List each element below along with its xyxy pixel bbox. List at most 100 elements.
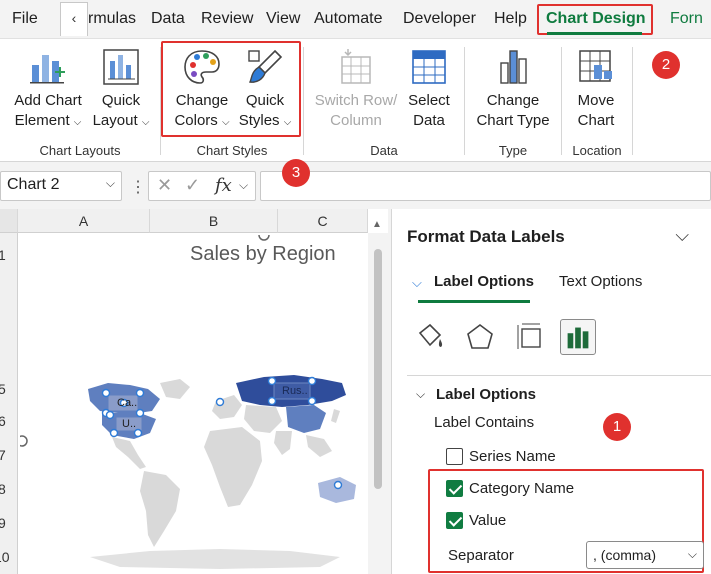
quick-layout-button[interactable]: Quick Layout ⌵ [88,47,154,133]
switch-row-column-label-2: Column [330,112,382,129]
more-options-icon[interactable]: ⋮ [130,177,146,197]
vertical-scrollbar[interactable]: ▲ [368,219,388,574]
group-label-chart-styles: Chart Styles [196,143,268,158]
column-header-c[interactable]: C [278,209,368,233]
quick-layout-label-1: Quick [101,92,141,109]
series-name-label[interactable]: Series Name [469,448,556,465]
category-name-checkbox[interactable] [446,480,463,497]
select-data-label-2: Data [413,112,445,129]
select-all-corner[interactable] [0,209,18,233]
separator-select[interactable]: , (comma) ⌵ [586,541,704,569]
tab-data[interactable]: Data [151,10,185,28]
select-data-label-1: Select [408,92,450,109]
column-header-a[interactable]: A [18,209,150,233]
map-chart[interactable]: Sales by Region Ca.. U.. Rus.. [20,235,366,574]
section-label-options[interactable]: Label Options [436,386,536,403]
cancel-icon[interactable]: ✕ [157,175,172,196]
quick-layout-icon [103,49,139,85]
tab-automate[interactable]: Automate [314,10,382,28]
chart-resize-handle[interactable] [258,235,270,241]
formula-controls: ✕ ✓ fx ⌵ [148,171,256,201]
active-pane-tab-underline [418,300,530,303]
name-box[interactable]: Chart 2 ⌵ [0,171,122,201]
add-chart-element-button[interactable]: Add Chart Element ⌵ [8,47,88,133]
tab-scroll-left-button[interactable]: ‹ [60,2,88,36]
row-header[interactable]: 8 [0,479,6,499]
pane-title: Format Data Labels [407,227,565,246]
ribbon-tab-row: File ‹ rmulas Data Review View Automate … [0,0,711,38]
insert-function-button[interactable]: fx [215,175,232,196]
enter-icon[interactable]: ✓ [185,175,200,196]
select-data-button[interactable]: Select Data [402,47,456,131]
move-chart-button[interactable]: Move Chart [566,47,626,131]
value-label[interactable]: Value [469,512,506,529]
row-header[interactable]: 10 [0,547,10,567]
switch-row-column-icon [341,49,371,84]
chevron-down-icon[interactable]: ⌵ [675,225,689,246]
group-label-chart-layouts: Chart Layouts [39,143,121,158]
switch-row-column-label-1: Switch Row/ [314,92,398,109]
move-chart-label-1: Move [577,92,615,109]
group-separator [561,47,562,155]
move-chart-label-2: Chart [577,112,615,129]
column-header-b[interactable]: B [150,209,278,233]
chart-styles-highlight [161,41,301,137]
tab-review[interactable]: Review [201,10,253,28]
separator-value: , (comma) [593,547,656,563]
group-label-location: Location [572,143,622,158]
category-name-label[interactable]: Category Name [469,480,574,497]
scroll-up-icon[interactable]: ▲ [372,219,382,230]
chevron-down-icon: ⌵ [687,547,697,561]
tab-help[interactable]: Help [494,10,527,28]
group-label-data: Data [370,143,398,158]
data-label-canada[interactable]: Ca.. [117,397,137,409]
row-header[interactable]: 7 [0,445,6,465]
tab-developer[interactable]: Developer [403,10,476,28]
row-header[interactable]: 9 [0,513,6,533]
chevron-down-icon: ⌵ [239,178,249,192]
name-box-value: Chart 2 [7,176,60,193]
data-label-russia[interactable]: Rus.. [282,385,308,397]
step-badge-3: 3 [282,159,310,187]
excel-window: File ‹ rmulas Data Review View Automate … [0,0,711,574]
size-properties-icon[interactable] [512,319,548,355]
formula-input[interactable] [260,171,711,201]
value-checkbox[interactable] [446,512,463,529]
series-name-checkbox[interactable] [446,448,463,465]
tab-view[interactable]: View [266,10,300,28]
separator-label: Separator [448,547,514,564]
label-options-bar-icon[interactable] [560,319,596,355]
data-label-usa[interactable]: U.. [122,418,136,430]
change-chart-type-icon [500,50,527,84]
tab-text-options[interactable]: Text Options [559,273,642,290]
tab-label-options[interactable]: Label Options [434,273,534,290]
tab-formulas[interactable]: rmulas [88,10,136,28]
chevron-down-icon[interactable]: ⌵ [416,387,425,402]
format-data-labels-pane: Format Data Labels ⌵ ⌵ Label Options Tex… [391,209,711,574]
group-label-type: Type [498,143,528,158]
tab-format[interactable]: Forn [670,10,703,28]
divider [407,375,711,376]
fill-line-icon[interactable] [412,319,448,355]
tab-file[interactable]: File [12,10,38,28]
chart-resize-handle[interactable] [20,435,28,447]
chevron-down-icon: ⌵ [105,176,115,190]
chevron-down-icon: ⌵ [73,117,82,128]
effects-pentagon-icon[interactable] [462,319,498,355]
scrollbar-thumb[interactable] [374,249,382,489]
tab-chart-design[interactable]: Chart Design [546,10,646,28]
row-header[interactable]: 6 [0,411,6,431]
row-header[interactable]: 1 [0,245,6,265]
switch-row-column-button[interactable]: Switch Row/ Column [310,47,402,131]
chevron-down-icon: ⌵ [412,275,422,290]
ribbon: Add Chart Element ⌵ Quick Layout ⌵ Chang… [0,38,711,162]
step-badge-2: 2 [652,51,680,79]
group-separator [632,47,633,155]
chevron-down-icon: ⌵ [141,117,150,128]
group-separator [303,47,304,155]
change-chart-type-button[interactable]: Change Chart Type [470,47,556,131]
label-contains-heading: Label Contains [434,414,535,431]
row-header[interactable]: 5 [0,379,6,399]
add-chart-element-label-2: Element [14,112,70,129]
formula-bar: Chart 2 ⌵ ⋮ ✕ ✓ fx ⌵ 3 [0,159,711,209]
